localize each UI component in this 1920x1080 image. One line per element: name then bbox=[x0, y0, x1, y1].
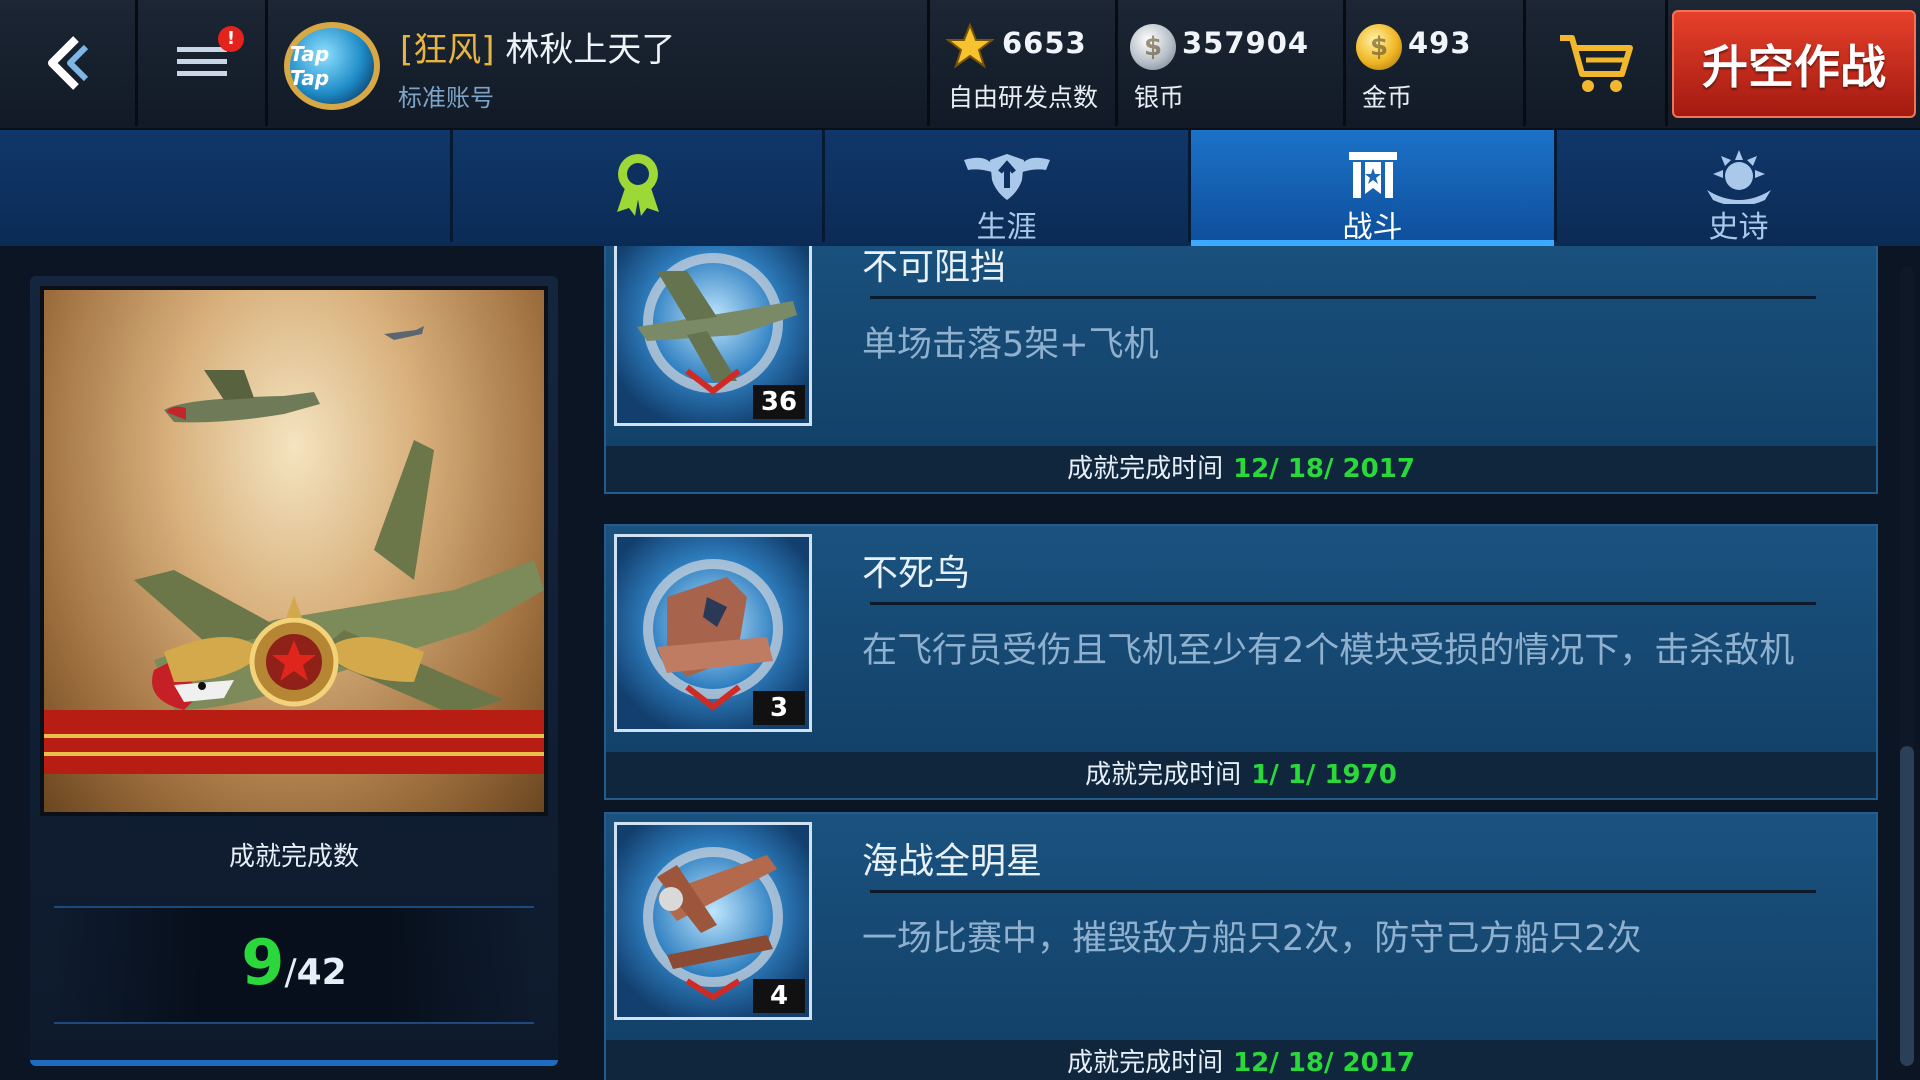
achievement-card[interactable]: 4 海战全明星 一场比赛中，摧毁敌方船只2次，防守己方船只2次 成就完成时间 12… bbox=[604, 812, 1878, 1080]
gold-label: 金币 bbox=[1362, 83, 1413, 112]
fighter-plane-badge-icon: 36 bbox=[614, 246, 812, 426]
completion-date-row: 成就完成时间 1/ 1/ 1970 bbox=[606, 752, 1876, 798]
completion-date: 12/ 18/ 2017 bbox=[1233, 1048, 1415, 1078]
tab-spacer bbox=[0, 130, 450, 242]
account-type: 标准账号 bbox=[398, 84, 494, 112]
count-separator: / bbox=[284, 952, 297, 993]
avatar[interactable]: Tap Tap bbox=[284, 22, 380, 110]
category-artwork bbox=[40, 286, 548, 816]
panel-glow bbox=[30, 1060, 558, 1066]
research-points-value: 6653 bbox=[1002, 26, 1087, 60]
silver-coin-icon: $ bbox=[1130, 24, 1176, 70]
completed-count-box: 9/42 bbox=[54, 906, 534, 1024]
completed-count-label: 成就完成数 bbox=[228, 842, 359, 872]
tab-career[interactable]: 生涯 bbox=[822, 130, 1188, 245]
completed-count: 9 bbox=[241, 926, 285, 999]
shop-cart-button[interactable] bbox=[1526, 0, 1668, 126]
tab-epic-label: 史诗 bbox=[1708, 210, 1769, 245]
completion-date: 12/ 18/ 2017 bbox=[1233, 454, 1415, 484]
completion-date-label: 成就完成时间 bbox=[1085, 760, 1242, 790]
achievement-description: 一场比赛中，摧毁敌方船只2次，防守己方船只2次 bbox=[862, 919, 1642, 959]
tab-combat[interactable]: 战斗 bbox=[1188, 130, 1554, 246]
achievement-description: 在飞行员受伤且飞机至少有2个模块受损的情况下，击杀敌机 bbox=[862, 631, 1795, 671]
back-button[interactable] bbox=[0, 0, 138, 126]
achievement-title: 海战全明星 bbox=[862, 841, 1043, 882]
clan-tag: [狂风] bbox=[400, 30, 495, 70]
completion-date-row: 成就完成时间 12/ 18/ 2017 bbox=[606, 1040, 1876, 1080]
cart-icon bbox=[1559, 35, 1633, 92]
avatar-text: Tap Tap bbox=[290, 42, 330, 90]
category-tabs: 生涯 战斗 史诗 bbox=[0, 130, 1920, 246]
achievement-card[interactable]: 3 不死鸟 在飞行员受伤且飞机至少有2个模块受损的情况下，击杀敌机 成就完成时间… bbox=[604, 524, 1878, 800]
shield-wings-icon bbox=[963, 154, 1050, 200]
torpedo-bomber-badge-icon: 4 bbox=[614, 822, 812, 1020]
banner-icon bbox=[1348, 152, 1397, 198]
completion-date-row: 成就完成时间 12/ 18/ 2017 bbox=[606, 446, 1876, 492]
research-points-label: 自由研发点数 bbox=[948, 83, 1099, 112]
menu-button[interactable]: ! bbox=[138, 0, 268, 126]
star-icon bbox=[946, 22, 994, 69]
notification-badge: ! bbox=[218, 26, 244, 52]
damaged-plane-badge-icon: 3 bbox=[614, 534, 812, 732]
ribbon-stripe bbox=[44, 710, 544, 774]
badge-count: 36 bbox=[753, 385, 805, 419]
completion-date-label: 成就完成时间 bbox=[1067, 454, 1224, 484]
research-points[interactable]: 6653 自由研发点数 bbox=[930, 0, 1118, 126]
scrollbar-thumb[interactable] bbox=[1900, 746, 1914, 1066]
launch-battle-button[interactable]: 升空作战 bbox=[1672, 10, 1916, 118]
title-divider bbox=[870, 890, 1816, 893]
tab-achievements[interactable] bbox=[450, 130, 822, 242]
medal-icon bbox=[616, 154, 659, 216]
achievement-card[interactable]: 36 不可阻挡 单场击落5架+飞机 成就完成时间 12/ 18/ 2017 bbox=[604, 246, 1878, 494]
completion-date: 1/ 1/ 1970 bbox=[1251, 760, 1397, 790]
list-scrollbar[interactable] bbox=[1900, 266, 1914, 1066]
player-name-line: [狂风] 林秋上天了 bbox=[400, 22, 675, 71]
tab-career-label: 生涯 bbox=[976, 210, 1037, 245]
tab-epic[interactable]: 史诗 bbox=[1554, 130, 1920, 245]
badge-count: 3 bbox=[753, 691, 805, 725]
achievement-description: 单场击落5架+飞机 bbox=[862, 325, 1159, 365]
achievement-list[interactable]: 36 不可阻挡 单场击落5架+飞机 成就完成时间 12/ 18/ 2017 3 不… bbox=[596, 246, 1886, 1080]
gold-value: 493 bbox=[1408, 26, 1472, 60]
laurel-star-icon bbox=[1706, 150, 1771, 204]
tab-combat-label: 战斗 bbox=[1342, 210, 1403, 245]
top-bar: ! Tap Tap [狂风] 林秋上天了 标准账号 6653 自由研发点数 $ … bbox=[0, 0, 1920, 130]
player-profile[interactable]: Tap Tap [狂风] 林秋上天了 标准账号 bbox=[268, 0, 930, 126]
silver-label: 银币 bbox=[1134, 83, 1185, 112]
back-arrow-icon bbox=[47, 36, 88, 90]
completion-date-label: 成就完成时间 bbox=[1067, 1048, 1224, 1078]
gold-coin-icon: $ bbox=[1356, 24, 1402, 70]
badge-count: 4 bbox=[753, 979, 805, 1013]
title-divider bbox=[870, 602, 1816, 605]
player-name: 林秋上天了 bbox=[505, 30, 676, 70]
title-divider bbox=[870, 296, 1816, 299]
gold-currency[interactable]: $ 493 金币 bbox=[1346, 0, 1526, 126]
silver-value: 357904 bbox=[1182, 26, 1310, 60]
achievement-summary-panel: 成就完成数 9/42 bbox=[30, 276, 558, 1066]
achievement-title: 不死鸟 bbox=[862, 553, 971, 594]
silver-currency[interactable]: $ 357904 银币 bbox=[1118, 0, 1346, 126]
achievement-title: 不可阻挡 bbox=[862, 247, 1007, 288]
total-count: 42 bbox=[296, 952, 347, 993]
